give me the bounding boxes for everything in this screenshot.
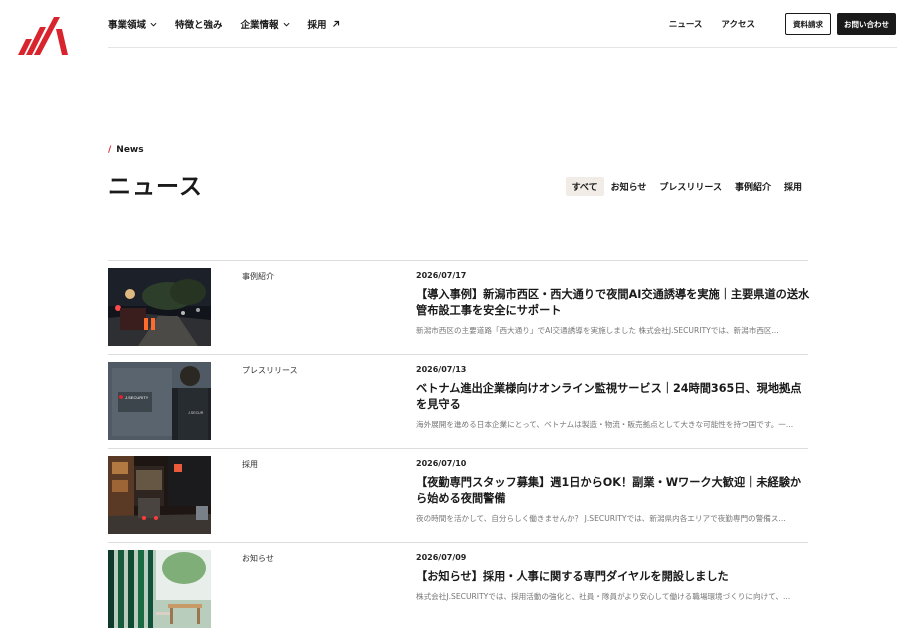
nav-news-link[interactable]: ニュース (669, 18, 703, 30)
news-title[interactable]: ベトナム進出企業様向けオンライン監視サービス｜24時間365日、現地拠点を見守る (416, 381, 811, 413)
news-item[interactable]: J.SECURITY J.SECUR プレスリリース 2026/07/13 ベト… (108, 354, 808, 448)
news-thumbnail[interactable] (108, 456, 211, 534)
nav-label: 特徴と強み (175, 20, 223, 31)
news-date: 2026/07/17 (416, 271, 467, 280)
news-thumbnail[interactable] (108, 550, 211, 628)
page-title: ニュース (108, 174, 203, 200)
news-item[interactable]: 採用 2026/07/10 【夜勤専門スタッフ募集】週1日からOK！副業・Wワー… (108, 448, 808, 542)
news-date: 2026/07/13 (416, 365, 467, 374)
news-excerpt: 株式会社J.SECURITYでは、採用活動の強化と、社員・隊員がより安心して働け… (416, 592, 791, 601)
news-category: 採用 (242, 460, 258, 469)
news-date: 2026/07/09 (416, 553, 467, 562)
category-tabs: すべて お知らせ プレスリリース 事例紹介 採用 (565, 177, 808, 196)
night-street-image (108, 456, 211, 534)
news-thumbnail[interactable] (108, 268, 211, 346)
news-title[interactable]: 【夜勤専門スタッフ募集】週1日からOK！副業・Wワーク大歓迎｜未経験から始める夜… (416, 475, 811, 507)
chevron-down-icon (150, 22, 157, 27)
tab-press-releases[interactable]: プレスリリース (653, 177, 728, 196)
site-header: 事業領域 特徴と強み 企業情報 採用 ニュース アクセス 資料請求 お問い合わせ (0, 0, 915, 55)
external-link-icon (332, 20, 339, 27)
tab-recruit[interactable]: 採用 (778, 177, 808, 196)
tab-all[interactable]: すべて (565, 177, 604, 196)
header-divider (108, 47, 897, 48)
news-excerpt: 新潟市西区の主要道路「西大通り」でAI交通誘導を実施しました 株式会社J.SEC… (416, 326, 779, 335)
thumb-badge-text: J.SECUR (188, 411, 204, 415)
green-office-image (108, 550, 211, 628)
request-materials-button[interactable]: 資料請求 (785, 13, 831, 35)
chevron-down-icon (283, 22, 290, 27)
news-category: 事例紹介 (242, 272, 274, 281)
nav-company-info[interactable]: 企業情報 (241, 17, 290, 31)
header-actions: ニュース アクセス 資料請求 お問い合わせ (669, 13, 896, 35)
security-monitoring-image: J.SECURITY J.SECUR (108, 362, 211, 440)
news-title[interactable]: 【導入事例】新潟市西区・西大通りで夜間AI交通誘導を実施｜主要県道の送水管布設工… (416, 287, 811, 319)
news-item[interactable]: 事例紹介 2026/07/17 【導入事例】新潟市西区・西大通りで夜間AI交通誘… (108, 260, 811, 354)
nav-label: 企業情報 (240, 20, 279, 31)
news-category: お知らせ (242, 554, 274, 563)
main-nav: 事業領域 特徴と強み 企業情報 採用 (108, 17, 358, 31)
nav-recruit[interactable]: 採用 (308, 17, 340, 31)
night-road-image (108, 268, 211, 346)
nav-label: 事業領域 (108, 20, 147, 31)
contact-button[interactable]: お問い合わせ (837, 13, 896, 35)
nav-features[interactable]: 特徴と強み (175, 17, 223, 31)
news-excerpt: 海外展開を進める日本企業にとって、ベトナムは製造・物流・販売拠点として大きな可能… (416, 420, 794, 429)
news-title[interactable]: 【お知らせ】採用・人事に関する専門ダイヤルを開設しました (416, 569, 811, 585)
news-list: 事例紹介 2026/07/17 【導入事例】新潟市西区・西大通りで夜間AI交通誘… (108, 260, 811, 635)
thumb-brand-text: J.SECURITY (125, 395, 149, 400)
eyebrow-label: News (116, 145, 144, 155)
nav-label: 採用 (307, 20, 327, 31)
news-thumbnail[interactable]: J.SECURITY J.SECUR (108, 362, 211, 440)
nav-business-domains[interactable]: 事業領域 (108, 17, 157, 31)
nav-access-link[interactable]: アクセス (721, 18, 755, 30)
tab-case-studies[interactable]: 事例紹介 (729, 177, 777, 196)
news-excerpt: 夜の時間を活かして、自分らしく働きませんか？ J.SECURITYでは、新潟県内… (416, 514, 786, 523)
company-logo[interactable] (18, 17, 74, 57)
tab-notices[interactable]: お知らせ (605, 177, 653, 196)
news-category: プレスリリース (242, 366, 298, 375)
section-eyebrow: / News (108, 145, 144, 155)
news-item[interactable]: お知らせ 2026/07/09 【お知らせ】採用・人事に関する専門ダイヤルを開設… (108, 542, 808, 635)
eyebrow-slash: / (108, 145, 112, 155)
news-date: 2026/07/10 (416, 459, 467, 468)
